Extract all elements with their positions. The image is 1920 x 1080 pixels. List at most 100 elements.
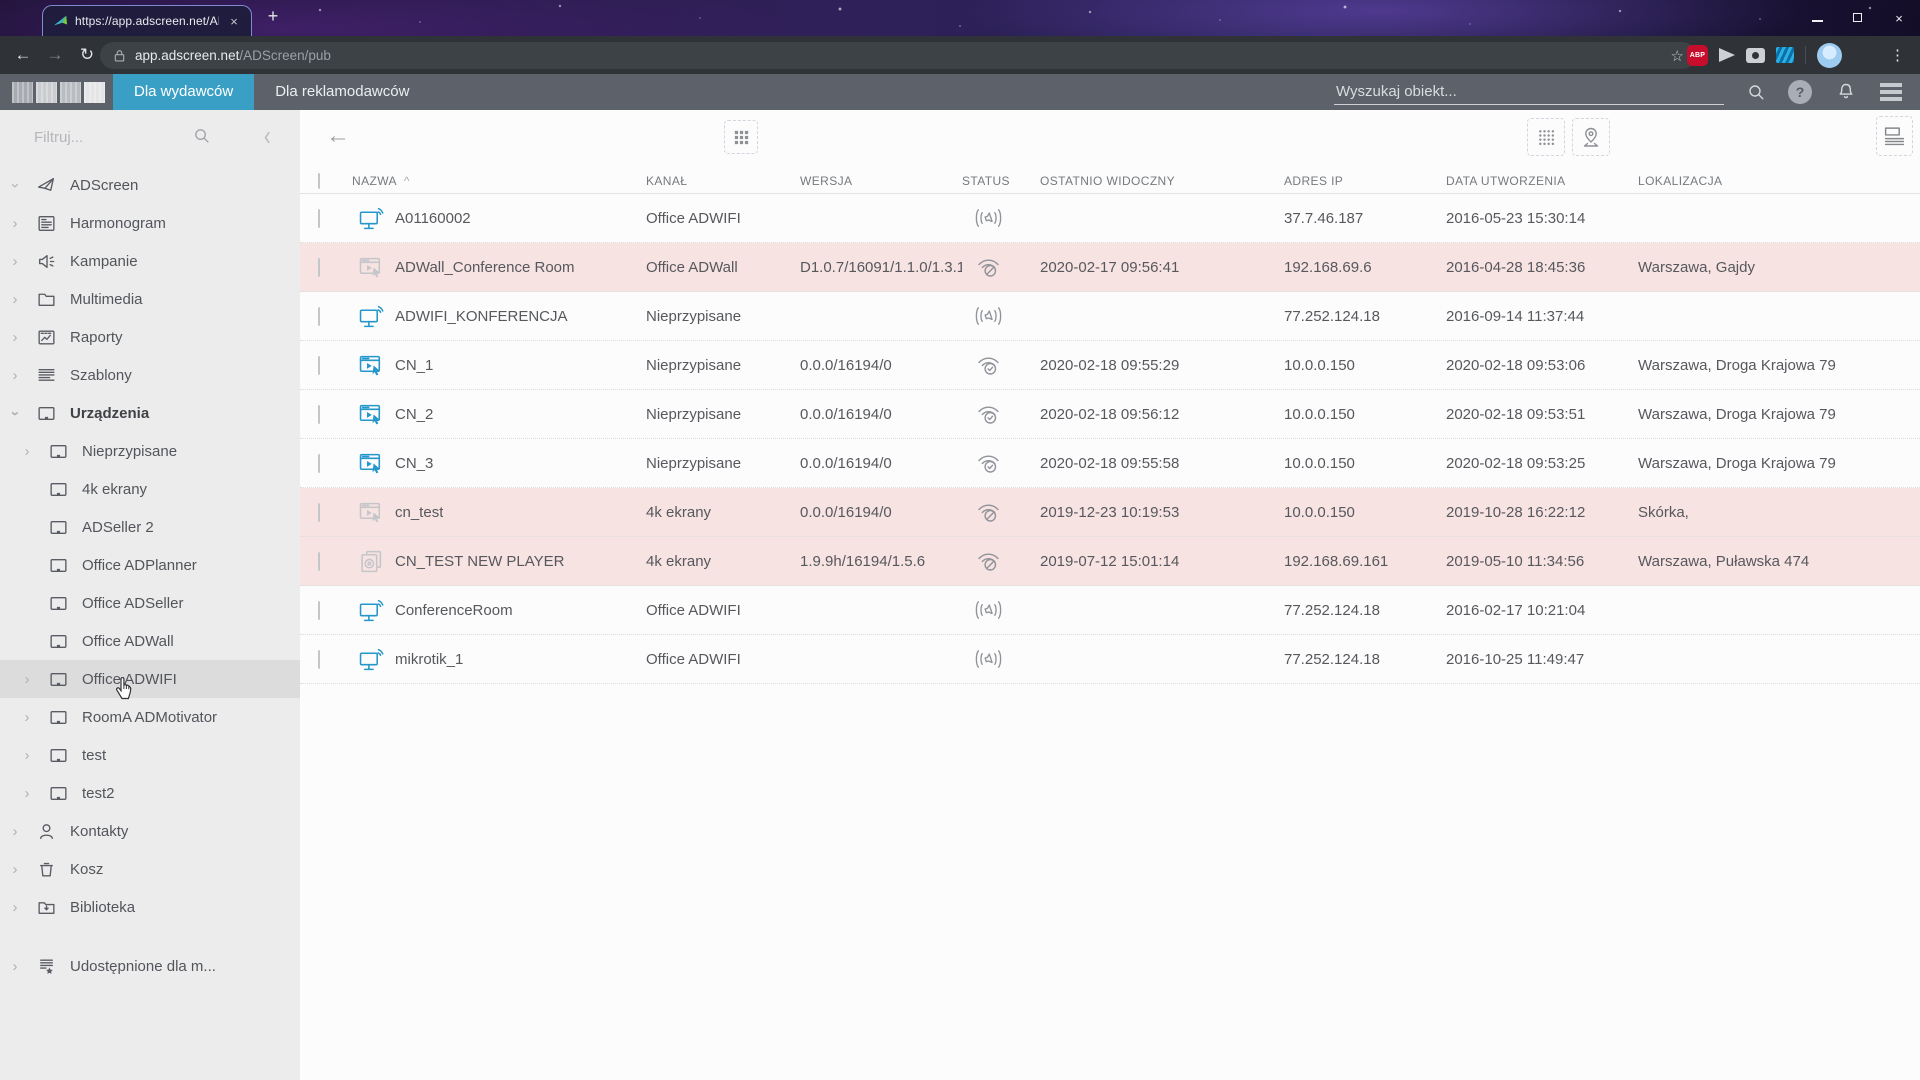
sidebar-item[interactable]: Udostępnione dla m... — [0, 947, 300, 985]
column-header-wersja[interactable]: WERSJA — [800, 174, 962, 188]
row-checkbox[interactable] — [318, 650, 320, 669]
sidebar-item-label: Kampanie — [70, 253, 138, 270]
chevron-icon[interactable] — [8, 367, 22, 384]
chevron-icon[interactable] — [8, 405, 22, 422]
sidebar-item-label: Office ADPlanner — [82, 557, 197, 574]
sidebar-filter-input[interactable] — [32, 128, 172, 147]
sidebar-item[interactable]: Raporty — [0, 318, 300, 356]
table-row[interactable]: mikrotik_1 Office ADWIFI 77.252.124.18 2… — [300, 635, 1920, 684]
chevron-icon[interactable] — [8, 861, 22, 878]
column-header-data-utworzenia[interactable]: DATA UTWORZENIA — [1446, 174, 1638, 188]
global-search-input[interactable] — [1334, 79, 1724, 105]
nav-tab[interactable]: Dla reklamodawców — [254, 74, 430, 110]
search-icon[interactable] — [1746, 82, 1766, 102]
map-view-button[interactable] — [1572, 118, 1610, 156]
sidebar-item[interactable]: Urządzenia — [0, 394, 300, 432]
extension-icon[interactable] — [1719, 48, 1735, 62]
table-row[interactable]: ADWIFI_KONFERENCJA Nieprzypisane 77.252.… — [300, 292, 1920, 341]
chevron-icon[interactable] — [8, 899, 22, 916]
sidebar-item[interactable]: ADScreen — [0, 166, 300, 204]
row-checkbox[interactable] — [318, 503, 320, 522]
row-checkbox[interactable] — [318, 552, 320, 571]
keypad-button[interactable] — [724, 120, 758, 154]
table-row[interactable]: CN_TEST NEW PLAYER 4k ekrany 1.9.9h/1619… — [300, 537, 1920, 586]
window-minimize-button[interactable] — [1812, 9, 1823, 27]
chevron-icon[interactable] — [20, 671, 34, 688]
row-checkbox[interactable] — [318, 258, 320, 277]
table-row[interactable]: CN_3 Nieprzypisane 0.0.0/16194/0 2020-02… — [300, 439, 1920, 488]
sidebar-item[interactable]: 4k ekrany — [0, 470, 300, 508]
column-header-adres-ip[interactable]: ADRES IP — [1284, 174, 1446, 188]
notifications-bell-icon[interactable] — [1834, 80, 1858, 104]
browser-profile-avatar[interactable] — [1817, 43, 1842, 68]
tab-close-icon[interactable]: × — [226, 14, 242, 29]
select-all-checkbox[interactable] — [318, 173, 320, 189]
row-checkbox[interactable] — [318, 209, 320, 228]
column-header-kanal[interactable]: KANAŁ — [646, 174, 800, 188]
sidebar-item[interactable]: Kontakty — [0, 812, 300, 850]
extension-icon[interactable] — [1776, 47, 1794, 63]
sidebar-item[interactable]: Office ADWIFI — [0, 660, 300, 698]
nav-tab[interactable]: Dla wydawców — [113, 74, 254, 110]
sidebar-item[interactable]: Office ADPlanner — [0, 546, 300, 584]
column-header-nazwa[interactable]: NAZWA^ — [352, 174, 646, 188]
chevron-icon[interactable] — [8, 253, 22, 270]
row-checkbox[interactable] — [318, 454, 320, 473]
chevron-icon[interactable] — [8, 329, 22, 346]
bookmark-star-icon[interactable]: ☆ — [1671, 47, 1684, 65]
extension-icon[interactable] — [1746, 48, 1765, 63]
grid-view-button[interactable] — [1527, 118, 1565, 156]
sidebar-item[interactable]: Biblioteka — [0, 888, 300, 926]
sidebar-item[interactable]: Office ADWall — [0, 622, 300, 660]
back-arrow-button[interactable]: ← — [326, 122, 350, 150]
chevron-icon[interactable] — [20, 747, 34, 764]
chevron-icon[interactable] — [20, 443, 34, 460]
sidebar-item[interactable]: Nieprzypisane — [0, 432, 300, 470]
row-checkbox[interactable] — [318, 356, 320, 375]
address-bar[interactable]: app.adscreen.net/ADScreen/pub ☆ — [100, 42, 1696, 69]
sidebar-item[interactable]: test — [0, 736, 300, 774]
table-row[interactable]: CN_2 Nieprzypisane 0.0.0/16194/0 2020-02… — [300, 390, 1920, 439]
row-checkbox[interactable] — [318, 307, 320, 326]
column-header-status[interactable]: STATUS — [962, 174, 1040, 188]
table-row[interactable]: cn_test 4k ekrany 0.0.0/16194/0 2019-12-… — [300, 488, 1920, 537]
adblock-extension-icon[interactable]: ABP — [1687, 45, 1708, 66]
sidebar-item[interactable]: Kampanie — [0, 242, 300, 280]
sidebar-item[interactable]: test2 — [0, 774, 300, 812]
window-close-button[interactable]: × — [1892, 11, 1906, 26]
table-row[interactable]: A01160002 Office ADWIFI 37.7.46.187 2016… — [300, 194, 1920, 243]
sidebar-item[interactable]: Szablony — [0, 356, 300, 394]
sidebar-item[interactable]: Multimedia — [0, 280, 300, 318]
table-row[interactable]: CN_1 Nieprzypisane 0.0.0/16194/0 2020-02… — [300, 341, 1920, 390]
browser-reload-button[interactable]: ↻ — [72, 45, 102, 65]
list-view-button[interactable] — [1876, 116, 1913, 156]
browser-back-button[interactable]: ← — [8, 45, 38, 65]
window-maximize-button[interactable] — [1853, 9, 1862, 27]
column-header-lokalizacja[interactable]: LOKALIZACJA — [1638, 174, 1920, 188]
sidebar-collapse-icon[interactable]: ‹ — [264, 121, 271, 153]
chevron-icon[interactable] — [8, 958, 22, 975]
row-checkbox[interactable] — [318, 405, 320, 424]
sidebar-item[interactable]: Kosz — [0, 850, 300, 888]
row-checkbox[interactable] — [318, 601, 320, 620]
help-icon[interactable]: ? — [1788, 80, 1812, 104]
browser-forward-button[interactable]: → — [40, 45, 70, 65]
table-row[interactable]: ConferenceRoom Office ADWIFI 77.252.124.… — [300, 586, 1920, 635]
table-row[interactable]: ADWall_Conference Room Office ADWall D1.… — [300, 243, 1920, 292]
sidebar-item[interactable]: Office ADSeller — [0, 584, 300, 622]
browser-tab[interactable]: https://app.adscreen.net/ADScre × — [42, 5, 252, 36]
new-tab-button[interactable]: + — [263, 6, 283, 27]
hamburger-menu-icon[interactable] — [1880, 83, 1902, 101]
filter-search-icon[interactable] — [192, 126, 211, 150]
chevron-icon[interactable] — [8, 215, 22, 232]
browser-menu-icon[interactable]: ⋮ — [1890, 46, 1904, 64]
chevron-icon[interactable] — [8, 177, 22, 194]
chevron-icon[interactable] — [8, 291, 22, 308]
chevron-icon[interactable] — [20, 785, 34, 802]
sidebar-item[interactable]: ADSeller 2 — [0, 508, 300, 546]
column-header-ostatnio-widoczny[interactable]: OSTATNIO WIDOCZNY — [1040, 174, 1284, 188]
sidebar-item[interactable]: RoomA ADMotivator — [0, 698, 300, 736]
chevron-icon[interactable] — [8, 823, 22, 840]
chevron-icon[interactable] — [20, 709, 34, 726]
sidebar-item[interactable]: Harmonogram — [0, 204, 300, 242]
